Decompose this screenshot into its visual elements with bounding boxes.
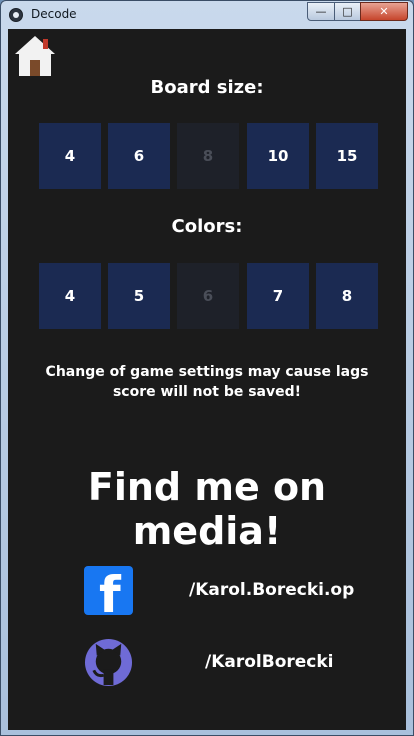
settings-warning-line-2: score will not be saved!: [112, 384, 302, 400]
settings-warning-line-1: Change of game settings may cause lags: [45, 364, 369, 380]
media-heading: Find me on media!: [87, 465, 327, 553]
board-size-option-4[interactable]: 4: [39, 123, 101, 189]
app-icon: [9, 8, 23, 22]
colors-option-7[interactable]: 7: [247, 263, 309, 329]
close-button[interactable]: ✕: [360, 2, 408, 21]
colors-option-8[interactable]: 8: [316, 263, 378, 329]
title-bar: Decode — □ ✕: [1, 1, 413, 29]
board-size-label: Board size:: [150, 77, 264, 98]
colors-option-5[interactable]: 5: [108, 263, 170, 329]
board-size-option-6[interactable]: 6: [108, 123, 170, 189]
home-icon[interactable]: [13, 34, 57, 78]
github-link[interactable]: /KarolBorecki: [205, 652, 334, 672]
settings-screen: Board size: 4 6 8 10 15 Colors: 4 5 6 7 …: [8, 29, 406, 730]
colors-option-6-selected[interactable]: 6: [177, 263, 239, 329]
colors-label: Colors:: [171, 216, 243, 237]
minimize-button[interactable]: —: [307, 2, 335, 21]
colors-options: 4 5 6 7 8: [39, 263, 379, 329]
board-size-options: 4 6 8 10 15: [39, 123, 379, 189]
board-size-option-10[interactable]: 10: [247, 123, 309, 189]
github-icon[interactable]: [84, 638, 133, 687]
app-window: Decode — □ ✕ Board size: 4 6 8 10 15 Col…: [0, 0, 414, 736]
board-size-option-8-selected[interactable]: 8: [177, 123, 239, 189]
settings-warning: Change of game settings may cause lags s…: [8, 362, 406, 402]
board-size-option-15[interactable]: 15: [316, 123, 378, 189]
facebook-glyph: f: [99, 566, 121, 615]
colors-option-4[interactable]: 4: [39, 263, 101, 329]
facebook-icon[interactable]: f: [84, 566, 133, 615]
maximize-button[interactable]: □: [334, 2, 361, 21]
window-title: Decode: [31, 7, 77, 21]
facebook-link[interactable]: /Karol.Borecki.op: [189, 580, 354, 600]
